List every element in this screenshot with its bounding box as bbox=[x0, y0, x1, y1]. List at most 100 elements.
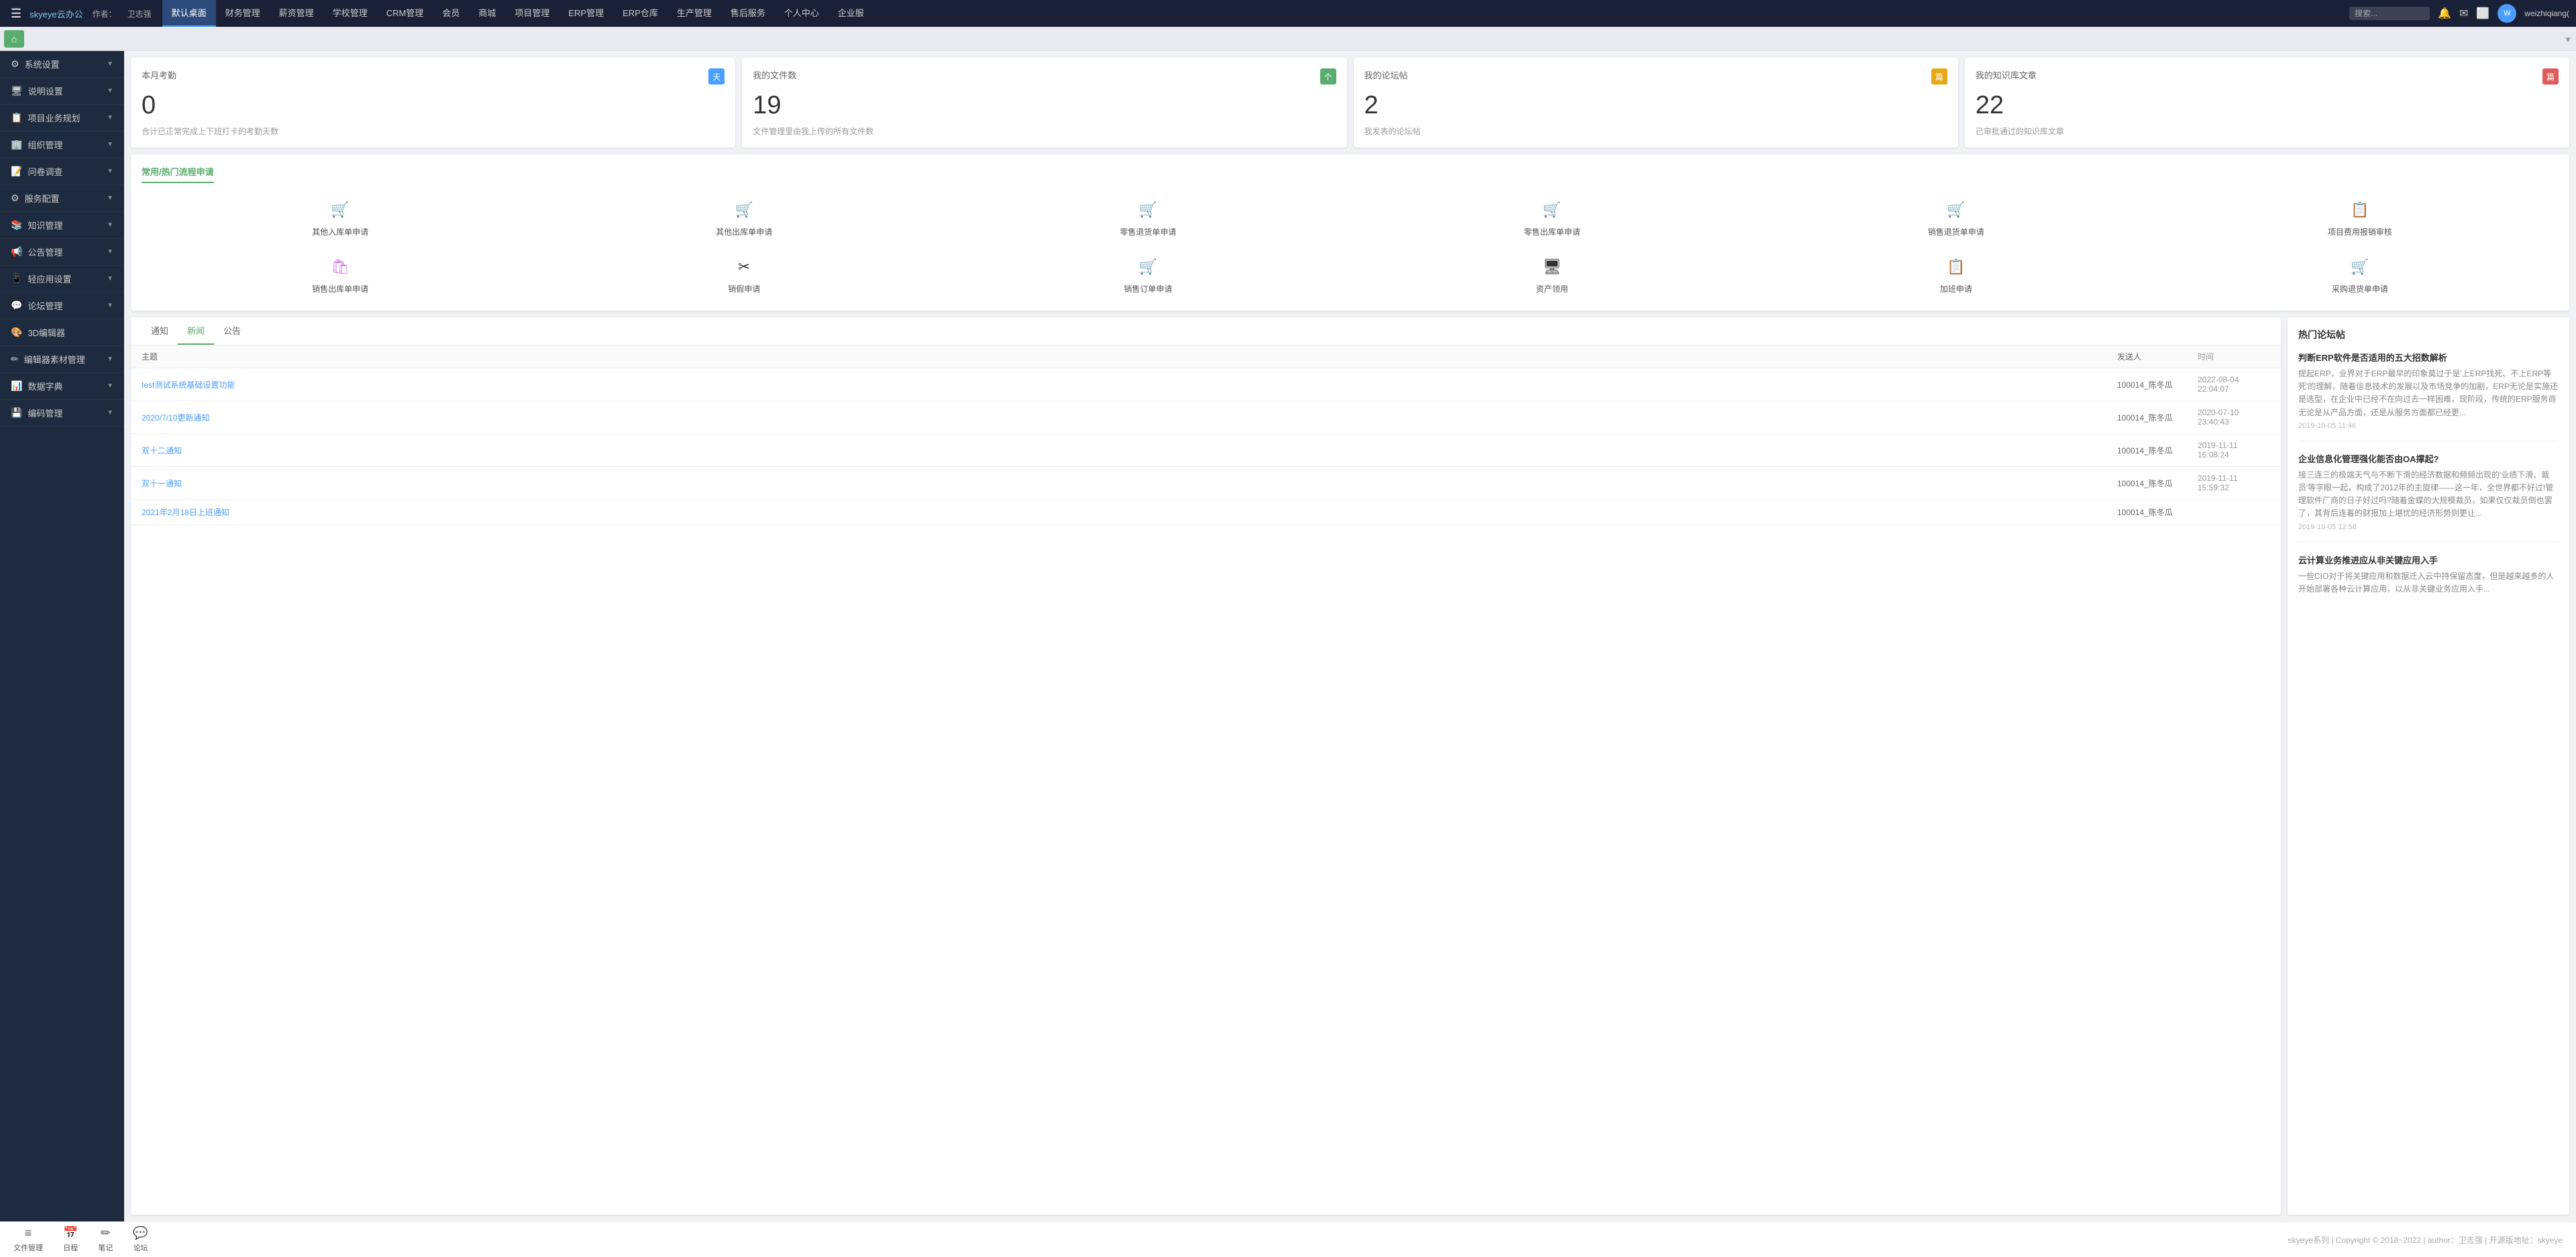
nav-tab[interactable]: 企业服 bbox=[828, 0, 873, 27]
sidebar-item[interactable]: ✏ 编辑器素材管理 ▼ bbox=[0, 346, 124, 373]
nav-tab[interactable]: 默认桌面 bbox=[162, 0, 216, 27]
nav-tab[interactable]: 薪资管理 bbox=[270, 0, 323, 27]
flow-item-label: 资产领用 bbox=[1536, 283, 1568, 294]
news-title-link[interactable]: 双十一通知 bbox=[142, 479, 182, 488]
forum-items: 判断ERP软件是否适用的五大招数解析 提起ERP，业界对于ERP最早的印象莫过于… bbox=[2298, 351, 2559, 606]
sidebar-item[interactable]: 🎨 3D编辑器 bbox=[0, 319, 124, 346]
bottom-icon-label: 笔记 bbox=[98, 1242, 113, 1253]
forum-item: 云计算业务推进应从非关键应用入手 一些CIO对于将关键应用和数据迁入云中持保留态… bbox=[2298, 553, 2559, 606]
stat-card-header: 我的论坛帖 篇 bbox=[1364, 68, 1947, 85]
sidebar-item-icon: 🏢 bbox=[11, 139, 22, 150]
search-input[interactable] bbox=[2349, 7, 2430, 20]
chevron-right-icon: ▼ bbox=[107, 168, 113, 175]
flow-item-label: 采购退货单申请 bbox=[2332, 283, 2388, 294]
flow-item-icon: 🛒 bbox=[1540, 198, 1564, 222]
stats-row: 本月考勤 天 0 合计已正常完成上下班打卡的考勤天数 我的文件数 个 19 文件… bbox=[131, 58, 2569, 148]
forum-item-title[interactable]: 判断ERP软件是否适用的五大招数解析 bbox=[2298, 351, 2559, 364]
news-tab[interactable]: 公告 bbox=[214, 317, 250, 345]
stat-card-title: 我的文件数 bbox=[753, 68, 796, 81]
flow-section: 常用/热门流程申请 🛒 其他入库单申请 🛒 其他出库单申请 🛒 零售退货单申请 … bbox=[131, 154, 2569, 311]
avatar[interactable]: W bbox=[2498, 4, 2516, 23]
nav-tab[interactable]: 财务管理 bbox=[216, 0, 270, 27]
flow-item[interactable]: 🛒 零售退货单申请 bbox=[949, 193, 1346, 243]
bottom-icon-item[interactable]: 💬 论坛 bbox=[133, 1226, 148, 1253]
news-tab[interactable]: 通知 bbox=[142, 317, 178, 345]
table-row: 2021年2月18日上班通知 100014_陈冬瓜 bbox=[131, 500, 2281, 525]
chevron-right-icon: ▼ bbox=[107, 114, 113, 121]
flow-item-icon: 🛍 bbox=[328, 255, 352, 279]
flow-item[interactable]: 📋 项目费用报销审核 bbox=[2161, 193, 2559, 243]
news-tab[interactable]: 新闻 bbox=[178, 317, 214, 345]
sidebar-item[interactable]: 📚 知识管理 ▼ bbox=[0, 212, 124, 239]
sidebar-item[interactable]: 📊 数据字典 ▼ bbox=[0, 373, 124, 400]
sidebar-item-left: 💾 编码管理 bbox=[11, 406, 62, 419]
flow-item[interactable]: ✂ 销假申请 bbox=[545, 250, 943, 300]
sidebar-item-label: 数据字典 bbox=[28, 380, 62, 392]
flow-item[interactable]: 🛒 其他出库单申请 bbox=[545, 193, 943, 243]
nav-tab[interactable]: 售后服务 bbox=[721, 0, 775, 27]
news-title-link[interactable]: 2020/7/10更新通知 bbox=[142, 413, 209, 423]
sidebar-item[interactable]: 🖥 说明设置 ▼ bbox=[0, 78, 124, 105]
bottom-icon-label: 论坛 bbox=[133, 1242, 148, 1253]
sidebar-item-left: 📊 数据字典 bbox=[11, 380, 62, 392]
bell-icon[interactable]: 🔔 bbox=[2438, 7, 2451, 20]
forum-item-title[interactable]: 企业信息化管理强化能否由OA撑起? bbox=[2298, 452, 2559, 465]
bottom-icon-item[interactable]: ✏ 笔记 bbox=[98, 1226, 113, 1253]
sidebar-item-icon: ⚙ bbox=[11, 58, 19, 70]
flow-item[interactable]: 📋 加班申请 bbox=[1758, 250, 2155, 300]
nav-tab[interactable]: 学校管理 bbox=[323, 0, 377, 27]
forum-item-desc: 接三连三的极端天气与不断下滑的经济数据和频频出现的'业绩下滑、裁员'等字眼一起，… bbox=[2298, 469, 2559, 521]
nav-tab[interactable]: 商城 bbox=[469, 0, 505, 27]
news-title-cell: 2020/7/10更新通知 bbox=[131, 401, 2106, 434]
sidebar-item[interactable]: 📢 公告管理 ▼ bbox=[0, 239, 124, 266]
flow-item[interactable]: 🖥 资产领用 bbox=[1354, 250, 1751, 300]
news-title-link[interactable]: test测试系统基础设置功能 bbox=[142, 380, 235, 390]
sidebar-item[interactable]: 🏢 组织管理 ▼ bbox=[0, 131, 124, 158]
table-row: 2020/7/10更新通知 100014_陈冬瓜 2020-07-10 23:4… bbox=[131, 401, 2281, 434]
flow-item[interactable]: 🛒 销售退货单申请 bbox=[1758, 193, 2155, 243]
screenshot-icon[interactable]: ⬜ bbox=[2476, 7, 2489, 20]
flow-item[interactable]: 🛒 其他入库单申请 bbox=[142, 193, 539, 243]
home-button[interactable]: ⌂ bbox=[4, 30, 24, 48]
brand-name: skyeye云办公 bbox=[30, 7, 83, 20]
stat-card-desc: 文件管理里由我上传的所有文件数 bbox=[753, 125, 1336, 137]
flow-item[interactable]: 🛒 销售订单申请 bbox=[949, 250, 1346, 300]
nav-tab[interactable]: 生产管理 bbox=[667, 0, 721, 27]
flow-item-label: 销售订单申请 bbox=[1124, 283, 1172, 294]
flow-item[interactable]: 🛒 采购退货单申请 bbox=[2161, 250, 2559, 300]
bottom-icon-item[interactable]: ≡ 文件管理 bbox=[13, 1226, 43, 1253]
email-icon[interactable]: ✉ bbox=[2459, 7, 2468, 20]
sidebar-item[interactable]: ⚙ 服务配置 ▼ bbox=[0, 185, 124, 212]
bottom-icon: 💬 bbox=[133, 1226, 148, 1240]
sidebar-item-left: ⚙ 服务配置 bbox=[11, 192, 60, 205]
flow-item[interactable]: 🛒 零售出库单申请 bbox=[1354, 193, 1751, 243]
sidebar-item[interactable]: 📝 问卷调查 ▼ bbox=[0, 158, 124, 185]
sidebar-item[interactable]: 📱 轻应用设置 ▼ bbox=[0, 266, 124, 292]
sidebar-item-left: 🎨 3D编辑器 bbox=[11, 326, 65, 339]
sidebar-item[interactable]: 💾 编码管理 ▼ bbox=[0, 400, 124, 427]
bottom-icon-item[interactable]: 📅 日程 bbox=[63, 1226, 78, 1253]
nav-tab[interactable]: 项目管理 bbox=[505, 0, 559, 27]
chevron-right-icon: ▼ bbox=[107, 87, 113, 95]
stat-card-desc: 合计已正常完成上下班打卡的考勤天数 bbox=[142, 125, 724, 137]
news-title-link[interactable]: 双十二通知 bbox=[142, 446, 182, 455]
sidebar-item[interactable]: ⚙ 系统设置 ▼ bbox=[0, 51, 124, 78]
nav-tab[interactable]: 会员 bbox=[433, 0, 469, 27]
forum-item-title[interactable]: 云计算业务推进应从非关键应用入手 bbox=[2298, 553, 2559, 566]
right-panel-title: 热门论坛帖 bbox=[2298, 328, 2559, 341]
nav-tab[interactable]: 个人中心 bbox=[775, 0, 828, 27]
sidebar-item-left: ⚙ 系统设置 bbox=[11, 58, 60, 70]
sidebar-item-left: 📢 公告管理 bbox=[11, 245, 62, 258]
news-title-link[interactable]: 2021年2月18日上班通知 bbox=[142, 508, 229, 517]
flow-item[interactable]: 🛍 销售出库单申请 bbox=[142, 250, 539, 300]
news-section: 通知新闻公告 主题 发送人 时间 test测试系统基础设置功能 100014_陈… bbox=[131, 317, 2281, 1215]
sidebar-item[interactable]: 📋 项目业务规划 ▼ bbox=[0, 105, 124, 131]
menu-toggle-icon[interactable]: ☰ bbox=[7, 7, 25, 21]
stat-card-desc: 我发表的论坛帖 bbox=[1364, 125, 1947, 137]
nav-tab[interactable]: ERP管理 bbox=[559, 0, 613, 27]
sidebar-item-label: 轻应用设置 bbox=[28, 272, 71, 285]
nav-tab[interactable]: CRM管理 bbox=[377, 0, 433, 27]
sidebar-item[interactable]: 💬 论坛管理 ▼ bbox=[0, 292, 124, 319]
nav-tab[interactable]: ERP仓库 bbox=[613, 0, 667, 27]
flow-item-icon: 📋 bbox=[1944, 255, 1968, 279]
